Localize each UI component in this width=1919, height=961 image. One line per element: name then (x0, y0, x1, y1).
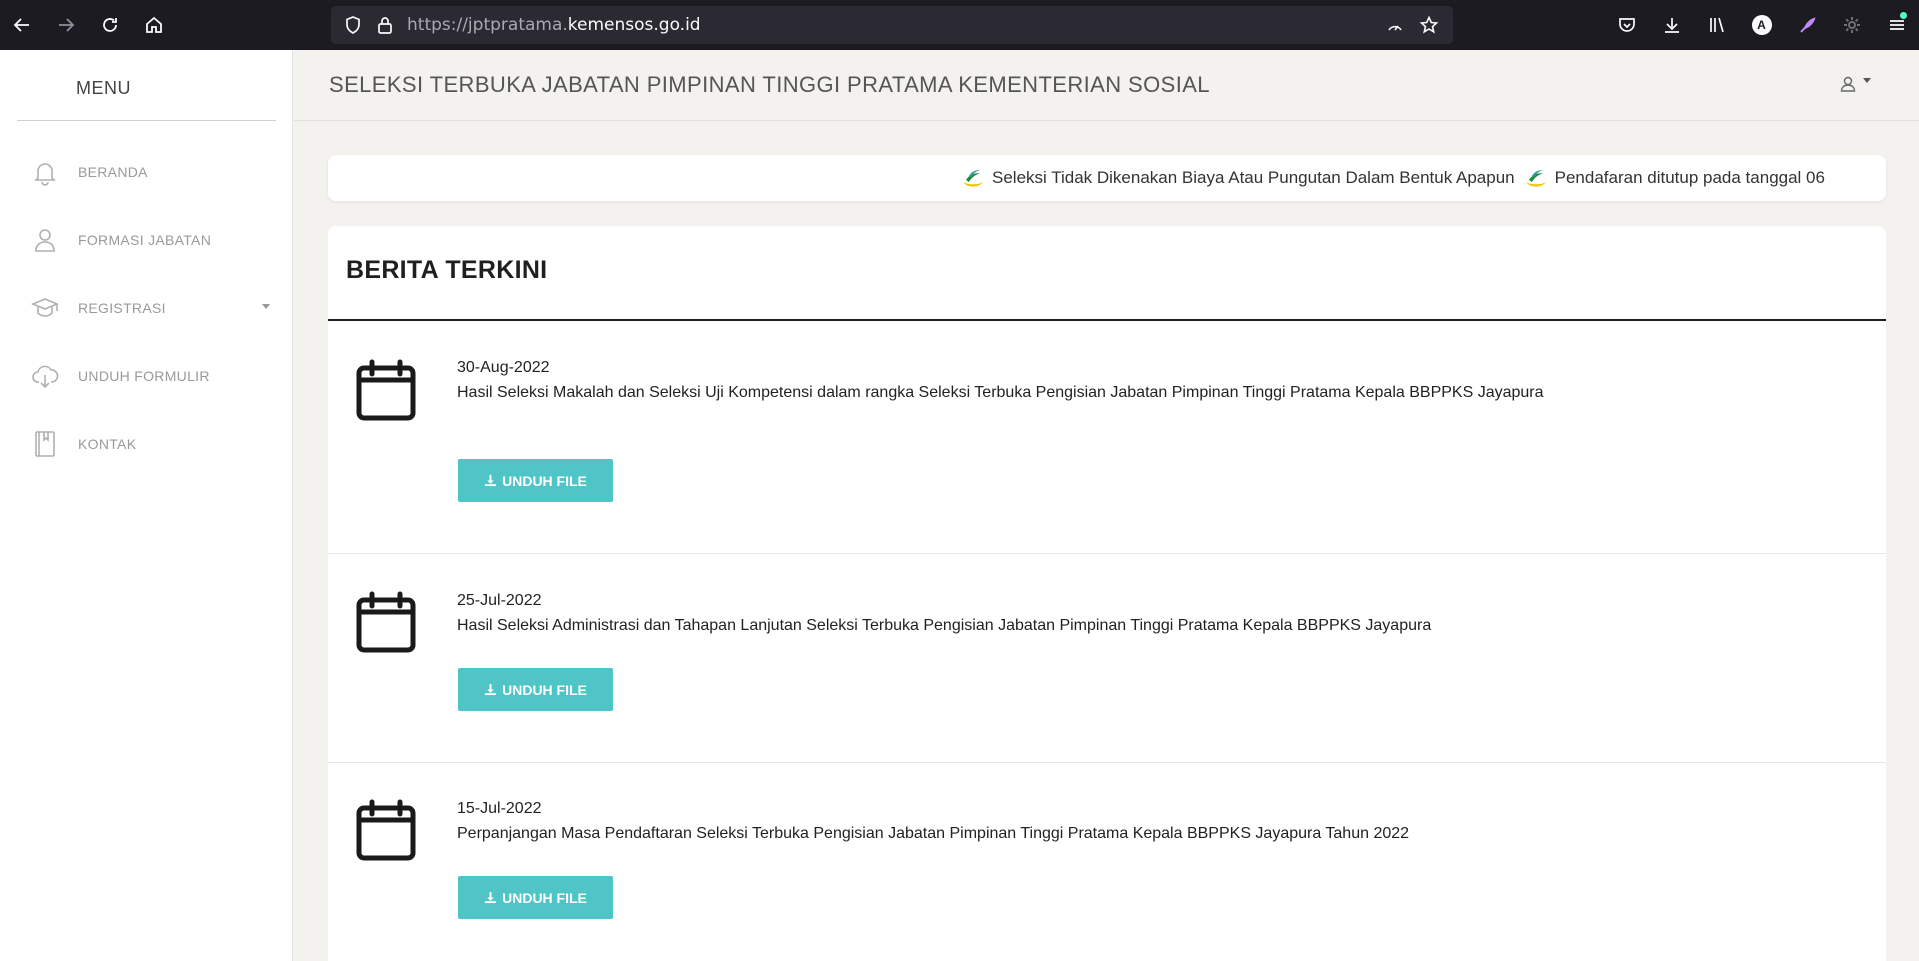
unduh-file-button[interactable]: UNDUH FILE (458, 459, 613, 502)
update-dot-icon (1900, 12, 1907, 19)
page-title: SELEKSI TERBUKA JABATAN PIMPINAN TINGGI … (329, 72, 1210, 97)
announcement-marquee: Seleksi Tidak Dikenakan Biaya Atau Pungu… (328, 155, 1886, 201)
forward-button[interactable] (44, 0, 88, 50)
calendar-icon (356, 591, 416, 653)
marquee-message: Seleksi Tidak Dikenakan Biaya Atau Pungu… (992, 168, 1515, 187)
marquee-track: Seleksi Tidak Dikenakan Biaya Atau Pungu… (960, 155, 1833, 201)
pocket-icon (1618, 18, 1635, 32)
calendar-icon (356, 359, 416, 421)
chevron-down-icon (1863, 77, 1871, 83)
menu-title: MENU (76, 78, 131, 98)
news-item: 25-Jul-2022 Hasil Seleksi Administrasi d… (328, 555, 1886, 763)
download-icon (485, 474, 497, 487)
button-label: UNDUH FILE (502, 889, 587, 906)
feather-icon (1799, 17, 1816, 33)
sidebar-item-formasi-jabatan[interactable]: FORMASI JABATAN (28, 220, 278, 260)
download-icon (1664, 18, 1679, 33)
settings-extension-button[interactable] (1829, 0, 1874, 50)
news-date: 25-Jul-2022 (457, 592, 542, 609)
account-avatar-icon: A (1751, 15, 1772, 35)
gear-icon (1843, 17, 1860, 33)
sidebar-item-label: REGISTRASI (78, 300, 166, 316)
user-menu-button[interactable] (1839, 75, 1871, 93)
arrow-right-icon (59, 18, 75, 32)
kemensos-logo-icon (963, 170, 983, 187)
unduh-file-button[interactable]: UNDUH FILE (458, 876, 613, 919)
reload-icon (103, 18, 117, 32)
download-icon (485, 891, 497, 904)
home-icon (146, 16, 162, 33)
extension-button[interactable] (1784, 0, 1829, 50)
kemensos-logo-icon (1525, 170, 1546, 187)
url-prefix: https://jptpratama. (407, 15, 568, 35)
back-button[interactable] (0, 0, 44, 50)
address-bar[interactable]: https://jptpratama.kemensos.go.id (331, 6, 1453, 44)
news-title: Hasil Seleksi Administrasi dan Tahapan L… (457, 617, 1432, 634)
sidebar-item-beranda[interactable]: BERANDA (28, 152, 278, 192)
reload-button[interactable] (88, 0, 132, 50)
sidebar: MENU BERANDA FORMASI JABATAN REGISTRASI … (0, 50, 293, 961)
news-item: 30-Aug-2022 Hasil Seleksi Makalah dan Se… (328, 321, 1886, 554)
graduation-cap-icon (28, 291, 62, 325)
news-heading: BERITA TERKINI (346, 256, 548, 284)
button-label: UNDUH FILE (502, 681, 587, 698)
library-button[interactable] (1694, 0, 1739, 50)
downloads-button[interactable] (1649, 0, 1694, 50)
shield-icon[interactable] (343, 15, 363, 35)
url-host: kemensos.go.id (567, 15, 701, 35)
user-icon (1840, 76, 1856, 92)
unduh-file-button[interactable]: UNDUH FILE (458, 668, 613, 711)
book-icon (28, 427, 62, 461)
page-header: SELEKSI TERBUKA JABATAN PIMPINAN TINGGI … (294, 50, 1919, 121)
sidebar-item-label: BERANDA (78, 164, 148, 180)
sidebar-item-label: FORMASI JABATAN (78, 232, 212, 248)
news-title: Hasil Seleksi Makalah dan Seleksi Uji Ko… (457, 384, 1544, 401)
marquee-message: Pendafaran ditutup pada tanggal 06 (1554, 168, 1825, 187)
button-label: UNDUH FILE (502, 472, 587, 489)
news-card: BERITA TERKINI 30-Aug-2022 Hasil Seleksi… (328, 226, 1886, 961)
sidebar-item-unduh-formulir[interactable]: UNDUH FORMULIR (28, 356, 278, 396)
account-button[interactable]: A (1739, 0, 1784, 50)
sidebar-item-registrasi[interactable]: REGISTRASI (28, 288, 278, 328)
user-icon (28, 223, 62, 257)
home-button[interactable] (132, 0, 176, 50)
download-icon (485, 683, 497, 696)
sidebar-item-label: KONTAK (78, 436, 137, 452)
library-icon (1709, 17, 1724, 33)
sidebar-item-kontak[interactable]: KONTAK (28, 424, 278, 464)
app-menu-button[interactable] (1874, 0, 1919, 50)
lock-icon[interactable] (375, 15, 395, 35)
news-date: 30-Aug-2022 (457, 359, 550, 376)
browser-toolbar: https://jptpratama.kemensos.go.id A (0, 0, 1919, 50)
url-text[interactable]: https://jptpratama.kemensos.go.id (407, 15, 701, 35)
cloud-download-icon (28, 359, 62, 393)
star-icon[interactable] (1419, 15, 1439, 35)
menu-divider (17, 120, 276, 121)
calendar-icon (356, 799, 416, 861)
pocket-button[interactable] (1604, 0, 1649, 50)
arrow-left-icon (13, 18, 29, 32)
sidebar-item-label: UNDUH FORMULIR (78, 368, 210, 384)
chevron-down-icon[interactable] (262, 304, 270, 309)
news-title: Perpanjangan Masa Pendaftaran Seleksi Te… (457, 825, 1410, 842)
news-item: 15-Jul-2022 Perpanjangan Masa Pendaftara… (328, 764, 1886, 961)
bell-icon (28, 155, 62, 189)
reader-mode-icon[interactable] (1385, 15, 1405, 35)
news-date: 15-Jul-2022 (457, 800, 542, 817)
